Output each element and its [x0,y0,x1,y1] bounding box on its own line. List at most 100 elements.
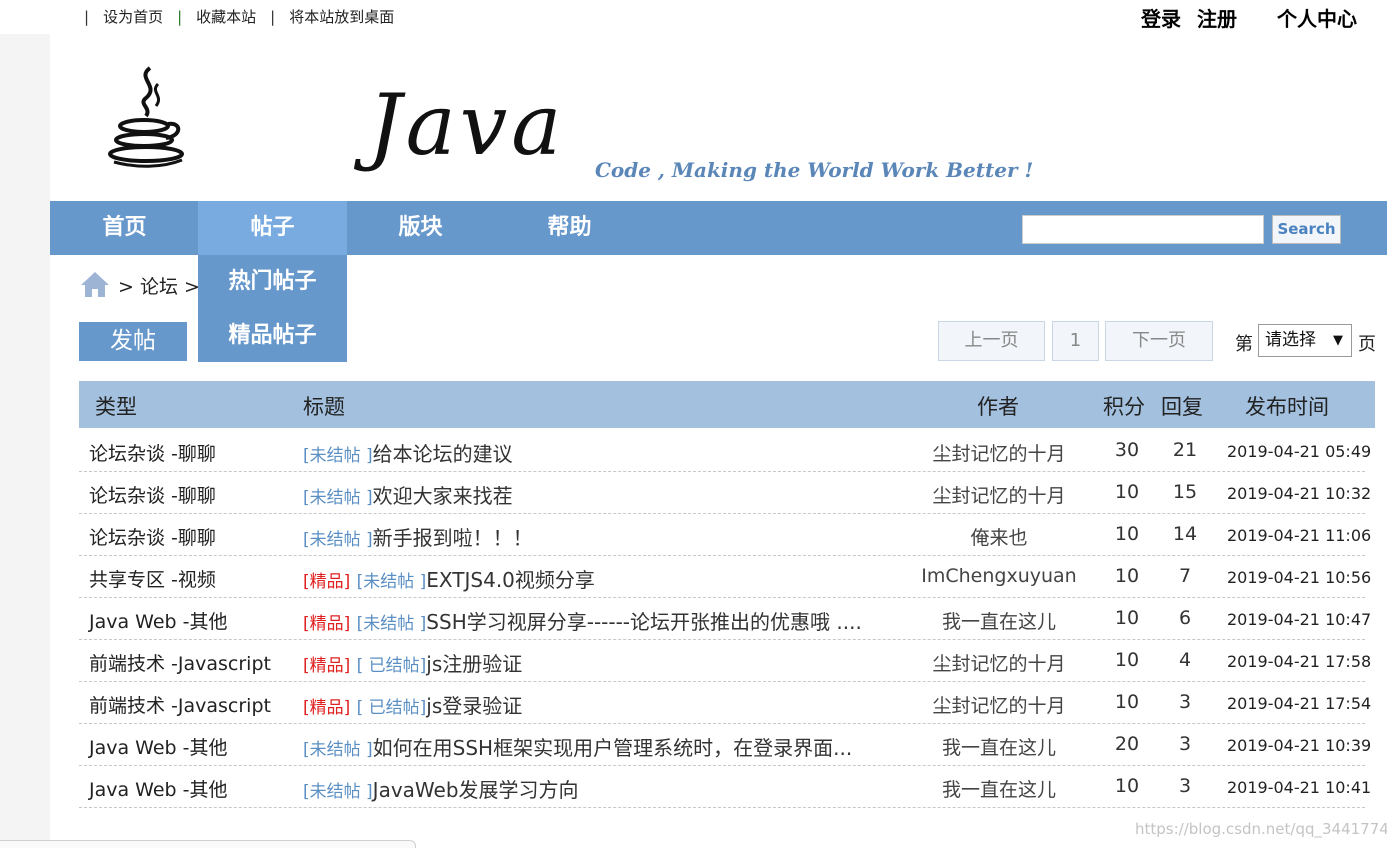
post-type[interactable]: 前端技术 -Javascript [89,649,271,676]
table-row[interactable]: 前端技术 -Javascript [精品] [ 已结帖]js注册验证 尘封记忆的十月… [79,640,1371,682]
site-banner: Java Code , Making the World Work Better… [50,34,1387,201]
status-tag: [未结帖 ] [303,740,373,760]
post-author[interactable]: 我一直在这儿 [909,733,1089,760]
post-score: 10 [1114,607,1140,629]
featured-tag: [精品] [303,572,351,592]
nav-home[interactable]: 首页 [50,201,199,255]
post-title-cell: [精品] [未结帖 ]SSH学习视屏分享------论坛开张推出的优惠哦 ...… [303,606,903,635]
post-title-link[interactable]: SSH学习视屏分享------论坛开张推出的优惠哦 .... [426,610,862,634]
post-title-cell: [精品] [ 已结帖]js登录验证 [303,690,903,719]
post-title-link[interactable]: JavaWeb发展学习方向 [373,778,579,802]
table-header: 类型 标题 作者 积分 回复 发布时间 [79,381,1375,428]
menu-item-hot-posts[interactable]: 热门帖子 [198,255,347,309]
post-score: 10 [1114,523,1140,545]
top-separator: | [177,8,183,26]
post-time: 2019-04-21 17:54 [1227,694,1372,713]
current-page-button[interactable]: 1 [1052,321,1099,361]
post-score: 10 [1114,775,1140,797]
top-separator: | [270,8,276,26]
status-tag: [未结帖 ] [303,782,373,802]
post-score: 10 [1114,691,1140,713]
add-to-desktop-link[interactable]: 将本站放到桌面 [289,8,394,26]
post-title-cell: [未结帖 ]给本论坛的建议 [303,438,903,467]
page-label-after: 页 [1358,334,1376,355]
header-title: 标题 [303,395,345,419]
post-title-link[interactable]: 新手报到啦！！！ [373,526,533,550]
post-type[interactable]: 前端技术 -Javascript [89,691,271,718]
bookmark-site-link[interactable]: 收藏本站 [196,8,256,26]
user-center-link[interactable]: 个人中心 [1277,3,1357,32]
post-author[interactable]: 我一直在这儿 [909,607,1089,634]
main-nav: 首页 帖子 版块 帮助 Search [50,201,1387,255]
post-title-link[interactable]: 欢迎大家来找茬 [373,484,513,508]
table-row[interactable]: 前端技术 -Javascript [精品] [ 已结帖]js登录验证 尘封记忆的十月… [79,682,1371,724]
status-tag: [ 已结帖] [356,656,427,676]
menu-item-featured-posts[interactable]: 精品帖子 [198,309,347,363]
post-author[interactable]: 我一直在这儿 [909,775,1089,802]
featured-tag: [精品] [303,698,351,718]
post-author[interactable]: 尘封记忆的十月 [909,439,1089,466]
post-title-cell: [未结帖 ]如何在用SSH框架实现用户管理系统时，在登录界面... [303,732,903,761]
post-reply-count: 6 [1178,607,1192,629]
post-title-link[interactable]: js注册验证 [426,652,522,676]
nav-posts[interactable]: 帖子 [198,201,347,255]
table-row[interactable]: 论坛杂谈 -聊聊 [未结帖 ]给本论坛的建议 尘封记忆的十月 30 21 2019-04-… [79,430,1371,472]
post-title-link[interactable]: EXTJS4.0视频分享 [426,568,595,592]
status-tag: [未结帖 ] [356,572,427,592]
table-row[interactable]: 论坛杂谈 -聊聊 [未结帖 ]欢迎大家来找茬 尘封记忆的十月 10 15 2019-04-… [79,472,1371,514]
breadcrumb-text[interactable]: > 论坛 > [118,272,200,299]
header-author: 作者 [977,395,1019,419]
post-author[interactable]: 尘封记忆的十月 [909,481,1089,508]
home-icon[interactable] [80,270,110,298]
nav-boards[interactable]: 版块 [346,201,495,255]
search-input[interactable] [1022,215,1264,244]
prev-page-button[interactable]: 上一页 [938,321,1045,361]
next-page-button[interactable]: 下一页 [1105,321,1213,361]
table-row[interactable]: Java Web -其他 [未结帖 ]如何在用SSH框架实现用户管理系统时，在登录… [79,724,1371,766]
post-author[interactable]: 俺来也 [909,523,1089,550]
post-reply-count: 7 [1178,565,1192,587]
post-author[interactable]: 尘封记忆的十月 [909,691,1089,718]
post-type[interactable]: 论坛杂谈 -聊聊 [89,523,216,550]
post-author[interactable]: 尘封记忆的十月 [909,649,1089,676]
table-row[interactable]: Java Web -其他 [精品] [未结帖 ]SSH学习视屏分享------论坛… [79,598,1371,640]
register-link[interactable]: 注册 [1197,3,1237,32]
page-select[interactable]: 请选择 ▼ [1258,324,1352,357]
new-post-button[interactable]: 发帖 [79,322,187,361]
post-title-link[interactable]: 如何在用SSH框架实现用户管理系统时，在登录界面... [373,736,853,760]
post-type[interactable]: Java Web -其他 [89,733,228,760]
top-separator: | [84,8,90,26]
post-title-link[interactable]: js登录验证 [426,694,522,718]
post-time: 2019-04-21 05:49 [1227,442,1372,461]
post-type[interactable]: 论坛杂谈 -聊聊 [89,439,216,466]
status-tag: [未结帖 ] [303,446,373,466]
post-type[interactable]: Java Web -其他 [89,607,228,634]
post-title-cell: [未结帖 ]JavaWeb发展学习方向 [303,774,903,803]
post-reply-count: 21 [1172,439,1198,461]
post-type[interactable]: 论坛杂谈 -聊聊 [89,481,216,508]
bottom-scroll-edge [0,840,416,848]
search-button[interactable]: Search [1272,215,1341,244]
table-row[interactable]: Java Web -其他 [未结帖 ]JavaWeb发展学习方向 我一直在这儿 10 3… [79,766,1371,808]
table-row[interactable]: 论坛杂谈 -聊聊 [未结帖 ]新手报到啦！！！ 俺来也 10 14 2019-04-21 … [79,514,1371,556]
login-link[interactable]: 登录 [1141,3,1181,32]
post-score: 10 [1114,649,1140,671]
watermark: https://blog.csdn.net/qq_34417749 [1135,820,1387,838]
top-bar: | 设为首页 | 收藏本站 | 将本站放到桌面 登录 注册 个人中心 [0,0,1387,34]
posts-dropdown-menu: 热门帖子 精品帖子 [198,255,347,362]
account-links: 登录 注册 个人中心 [1127,3,1387,32]
featured-tag: [精品] [303,656,351,676]
post-score: 10 [1114,481,1140,503]
post-type[interactable]: Java Web -其他 [89,775,228,802]
post-score: 10 [1114,565,1140,587]
post-title-link[interactable]: 给本论坛的建议 [373,442,513,466]
post-time: 2019-04-21 10:32 [1227,484,1372,503]
post-type[interactable]: 共享专区 -视频 [89,565,216,592]
status-tag: [ 已结帖] [356,698,427,718]
nav-help[interactable]: 帮助 [495,201,644,255]
set-homepage-link[interactable]: 设为首页 [103,8,163,26]
post-author[interactable]: ImChengxuyuan [909,565,1089,587]
status-tag: [未结帖 ] [356,614,427,634]
table-row[interactable]: 共享专区 -视频 [精品] [未结帖 ]EXTJS4.0视频分享 ImChengxu… [79,556,1371,598]
chevron-down-icon: ▼ [1333,333,1343,348]
